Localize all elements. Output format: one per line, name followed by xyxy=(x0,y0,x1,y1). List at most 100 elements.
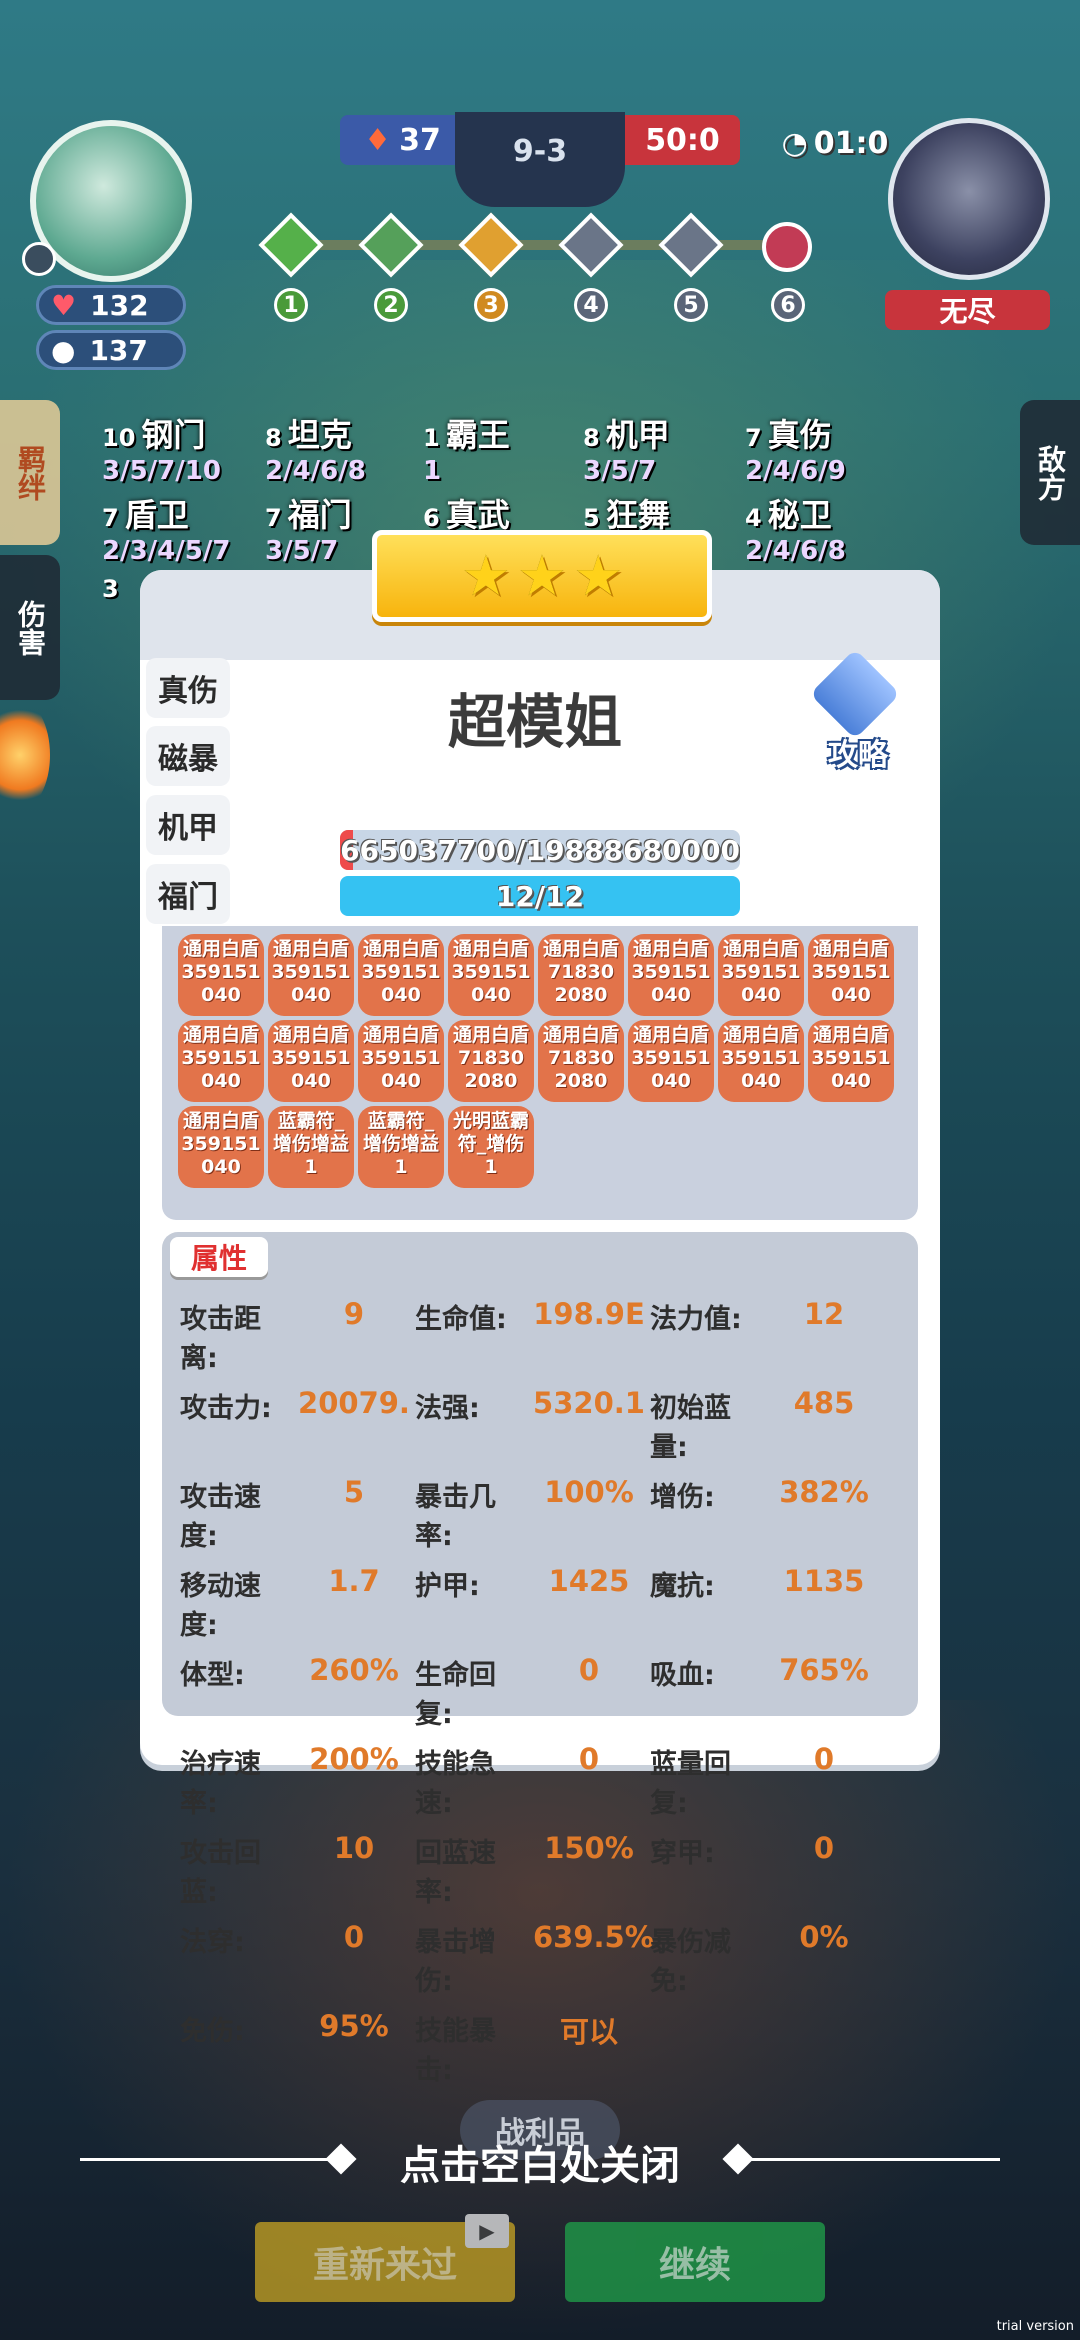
synergy-count: 3 xyxy=(102,575,119,603)
attribute-value: 20079. xyxy=(298,1386,410,1420)
attribute-row: 蓝量回复: 0 xyxy=(650,1742,885,1820)
guide-button[interactable]: 攻略 xyxy=(803,648,913,773)
tab-enemy[interactable]: 敌方 xyxy=(1020,400,1080,545)
equipment-item[interactable]: 通用白盾 359151 040 xyxy=(628,1020,714,1102)
equipment-item[interactable]: 通用白盾 71830 2080 xyxy=(448,1020,534,1102)
synergy-6: 7 盾卫 2/3/4/5/7 xyxy=(102,490,230,566)
equipment-item[interactable]: 通用白盾 71830 2080 xyxy=(538,934,624,1016)
close-hint[interactable]: 点击空白处关闭 xyxy=(0,2133,1080,2191)
equipment-item[interactable]: 蓝霸符_ 增伤增益 1 xyxy=(358,1106,444,1188)
equipment-item-line: 通用白盾 xyxy=(632,938,709,960)
equipment-item[interactable]: 通用白盾 359151 040 xyxy=(808,1020,894,1102)
attribute-row: 暴伤减免: 0% xyxy=(650,1920,885,1998)
equipment-item-line: 040 xyxy=(831,1070,871,1092)
equipment-item-line: 通用白盾 xyxy=(272,938,349,960)
hero-mana-text: 12/12 xyxy=(495,879,585,913)
synergy-tiers: 3/5/7 xyxy=(583,456,657,486)
attribute-label: 技能暴击: xyxy=(415,2016,496,2086)
synergy-name: 秘卫 xyxy=(767,496,832,534)
enemy-avatar[interactable] xyxy=(888,118,1050,280)
synergy-count: 8 xyxy=(265,424,282,452)
equipment-item-line: 359151 xyxy=(721,961,801,983)
attribute-row: 攻击距离: 9 xyxy=(180,1297,415,1375)
retry-button[interactable]: 重新来过 ▶ xyxy=(255,2214,515,2302)
equipment-item-line: 通用白盾 xyxy=(632,1024,709,1046)
equipment-item[interactable]: 通用白盾 359151 040 xyxy=(718,1020,804,1102)
attribute-value: 5320.1 xyxy=(533,1386,645,1420)
equipment-item[interactable]: 蓝霸符_ 增伤增益 1 xyxy=(268,1106,354,1188)
equipment-item[interactable]: 通用白盾 359151 040 xyxy=(358,934,444,1016)
wave-num-3: 3 xyxy=(474,288,508,322)
equipment-panel: 通用白盾 359151 040 通用白盾 359151 040 通用白盾 359151 040 通… xyxy=(162,926,918,1220)
equipment-item[interactable]: 通用白盾 359151 040 xyxy=(268,1020,354,1102)
modal-tab-2[interactable]: 磁暴 xyxy=(146,726,230,786)
equipment-item[interactable]: 通用白盾 359151 040 xyxy=(358,1020,444,1102)
equipment-item[interactable]: 通用白盾 359151 040 xyxy=(448,934,534,1016)
attribute-row: 移动速度: 1.7 xyxy=(180,1564,415,1642)
synergy-7: 7 福门 3/5/7 xyxy=(265,490,352,566)
equipment-item[interactable]: 通用白盾 359151 040 xyxy=(718,934,804,1016)
equipment-item[interactable]: 通用白盾 359151 040 xyxy=(178,1020,264,1102)
attribute-label: 攻击力: xyxy=(180,1393,272,1424)
equipment-item-line: 通用白盾 xyxy=(182,1110,259,1132)
synergy-name: 狂舞 xyxy=(605,496,670,534)
synergy-4: 8 机甲 3/5/7 xyxy=(583,410,670,486)
attributes-title: 属性 xyxy=(170,1237,268,1277)
equipment-item[interactable]: 通用白盾 359151 040 xyxy=(178,1106,264,1188)
continue-button[interactable]: 继续 xyxy=(565,2222,825,2302)
equipment-item[interactable]: 光明蓝霸 符_增伤 1 xyxy=(448,1106,534,1188)
modal-tab-1[interactable]: 真伤 xyxy=(146,658,230,718)
attribute-value: 150% xyxy=(544,1831,634,1865)
attribute-label: 暴击几率: xyxy=(415,1482,496,1552)
attribute-label: 法穿: xyxy=(180,1927,245,1958)
settings-gear-icon[interactable] xyxy=(22,242,56,276)
synergy-name: 真武 xyxy=(445,496,510,534)
equipment-item-line: 359151 xyxy=(361,961,441,983)
attribute-label: 暴击增伤: xyxy=(415,1927,496,1997)
equipment-item-line: 040 xyxy=(201,1156,241,1178)
tab-damage[interactable]: 伤害 xyxy=(0,555,60,700)
equipment-item[interactable]: 通用白盾 359151 040 xyxy=(268,934,354,1016)
equipment-item[interactable]: 通用白盾 71830 2080 xyxy=(538,1020,624,1102)
synergy-name: 盾卫 xyxy=(124,496,189,534)
star-icon: ★ xyxy=(460,543,511,609)
attribute-value: 5 xyxy=(343,1475,365,1509)
round-timer-value: 01:0 xyxy=(813,125,889,161)
attribute-value: 1135 xyxy=(783,1564,865,1598)
synergy-10: 4 秘卫 2/4/6/8 xyxy=(745,490,846,566)
equipment-item-line: 1 xyxy=(394,1156,408,1178)
modal-tab-3[interactable]: 机甲 xyxy=(146,795,230,855)
attribute-label: 回蓝速率: xyxy=(415,1838,496,1908)
hero-hp-text: 665037700/19888680000 xyxy=(340,833,740,867)
attribute-row: 生命回复: 0 xyxy=(415,1653,650,1731)
wave-num-5: 5 xyxy=(674,288,708,322)
attribute-value: 12 xyxy=(803,1297,845,1331)
star-icon: ★ xyxy=(573,543,624,609)
wave-num-4: 4 xyxy=(574,288,608,322)
equipment-item-line: 增伤增益 xyxy=(362,1133,439,1155)
attribute-value: 0 xyxy=(343,1920,365,1954)
attribute-row: 初始蓝量: 485 xyxy=(650,1386,885,1464)
equipment-item[interactable]: 通用白盾 359151 040 xyxy=(808,934,894,1016)
equipment-item-line: 040 xyxy=(381,1070,421,1092)
synergy-count: 7 xyxy=(265,504,282,532)
attribute-value: 0 xyxy=(813,1831,835,1865)
equipment-item[interactable]: 通用白盾 359151 040 xyxy=(178,934,264,1016)
tab-synergy[interactable]: 羁绊 xyxy=(0,400,60,545)
equipment-item-line: 359151 xyxy=(271,1047,351,1069)
clock-icon: ◔ xyxy=(781,125,808,161)
equipment-item[interactable]: 通用白盾 359151 040 xyxy=(628,934,714,1016)
attribute-value: 765% xyxy=(779,1653,869,1687)
equipment-item-line: 71830 xyxy=(547,1047,615,1069)
equipment-item-line: 040 xyxy=(741,1070,781,1092)
attribute-row: 法力值: 12 xyxy=(650,1297,885,1375)
equipment-item-line: 通用白盾 xyxy=(452,1024,529,1046)
attribute-row: 生命值: 198.9E xyxy=(415,1297,650,1375)
attribute-label: 吸血: xyxy=(650,1660,715,1691)
equipment-item-line: 通用白盾 xyxy=(812,938,889,960)
equipment-item-line: 040 xyxy=(831,984,871,1006)
attribute-row: 免伤: 95% xyxy=(180,2009,415,2087)
attribute-label: 生命回复: xyxy=(415,1660,496,1730)
equipment-item-line: 359151 xyxy=(181,961,261,983)
modal-tab-4[interactable]: 福门 xyxy=(146,864,230,924)
